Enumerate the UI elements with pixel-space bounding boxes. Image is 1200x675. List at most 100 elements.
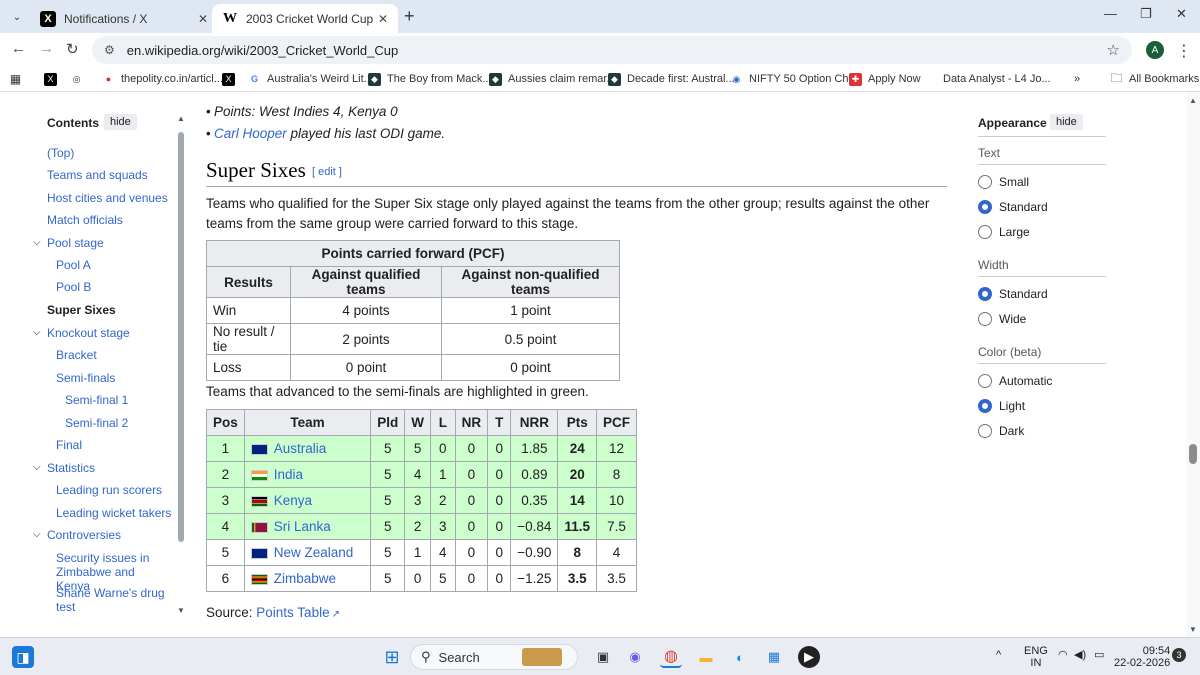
close-icon[interactable]: ✕ (378, 12, 388, 26)
tab-search-chevron-icon[interactable]: ⌄ (6, 6, 28, 28)
toc-item-semi-finals[interactable]: Semi-finals (56, 371, 115, 385)
profile-avatar[interactable]: A (1146, 41, 1164, 59)
chevron-down-icon[interactable]: ⌵ (33, 529, 41, 540)
tray-chevron-up-icon[interactable]: ^ (996, 649, 1001, 661)
color-dark-radio[interactable]: Dark (978, 423, 1024, 439)
bookmark-chatgpt[interactable]: ◎ (70, 70, 89, 88)
close-window-icon[interactable]: ✕ (1176, 6, 1187, 22)
text-standard-radio[interactable]: Standard (978, 199, 1048, 215)
chevron-down-icon[interactable]: ⌵ (33, 327, 41, 338)
minimize-icon[interactable]: — (1104, 6, 1117, 21)
forward-arrow-icon[interactable]: → (39, 40, 54, 57)
battery-icon[interactable]: ▭ (1094, 649, 1104, 661)
chevron-down-icon[interactable]: ⌵ (33, 237, 41, 248)
bookmark-star-icon[interactable]: ☆ (1107, 41, 1120, 59)
more-menu-icon[interactable]: ⋮ (1176, 41, 1192, 61)
new-tab-plus-icon[interactable]: + (404, 6, 415, 27)
text-large-radio[interactable]: Large (978, 224, 1030, 240)
team-link-sri-lanka[interactable]: Sri Lanka (274, 519, 331, 534)
file-explorer-icon[interactable]: ▬ (695, 646, 717, 668)
address-bar[interactable]: ⚙ en.wikipedia.org/wiki/2003_Cricket_Wor… (92, 36, 1132, 64)
toc-item-host-cities[interactable]: Host cities and venues (47, 191, 168, 205)
bookmark-x[interactable]: X (44, 70, 63, 88)
toc-item-semi-final-1[interactable]: Semi-final 1 (65, 393, 128, 407)
team-link-kenya[interactable]: Kenya (274, 493, 312, 508)
toc-item-pool-b[interactable]: Pool B (56, 280, 91, 294)
clock[interactable]: 09:54 22-02-2026 (1114, 645, 1170, 669)
toc-item-controversies[interactable]: Controversies (47, 528, 121, 542)
bookmark-thepolity[interactable]: ● thepolity.co.in/articl... (102, 70, 223, 88)
team-link-australia[interactable]: Australia (274, 441, 327, 456)
page-scroll-thumb[interactable] (1189, 444, 1197, 464)
tab-wikipedia[interactable]: W 2003 Cricket World Cup - Wikip ✕ (212, 4, 398, 33)
toc-item-semi-final-2[interactable]: Semi-final 2 (65, 416, 128, 430)
wifi-icon[interactable]: ◠ (1058, 649, 1068, 661)
reload-icon[interactable]: ↻ (66, 40, 79, 58)
taskbar-search[interactable]: ⚲ Search (410, 644, 578, 670)
bookmark-australias-weird[interactable]: G Australia's Weird Lit... (248, 70, 373, 88)
windows-start-icon[interactable]: ⊞ (381, 646, 403, 668)
bookmark-data-analyst[interactable]: Data Analyst - L4 Jo... (943, 70, 1051, 88)
scroll-down-arrow-icon[interactable]: ▼ (177, 606, 185, 615)
toc-item-top[interactable]: (Top) (47, 146, 74, 160)
site-info-icon[interactable]: ⚙ (104, 43, 115, 57)
bookmark-apply-now[interactable]: ✚ Apply Now (849, 70, 921, 88)
width-wide-radio[interactable]: Wide (978, 311, 1026, 327)
toc-item-pool-a[interactable]: Pool A (56, 258, 91, 272)
carl-hooper-link[interactable]: Carl Hooper (214, 126, 287, 141)
text-small-radio[interactable]: Small (978, 174, 1029, 190)
more-bookmarks-chevron-icon[interactable]: » (1074, 70, 1080, 88)
toc-hide-button[interactable]: hide (104, 114, 137, 130)
width-standard-radio[interactable]: Standard (978, 286, 1048, 302)
chrome-icon[interactable]: ◍ (660, 646, 682, 668)
radio-icon (978, 312, 992, 326)
toc-item-statistics[interactable]: Statistics (47, 461, 95, 475)
task-view-icon[interactable]: ▣ (592, 646, 614, 668)
toc-scroll-thumb[interactable] (178, 132, 184, 542)
apps-grid-icon[interactable]: ▦ (9, 70, 28, 88)
toc-item-run-scorers[interactable]: Leading run scorers (56, 483, 162, 497)
team-link-zimbabwe[interactable]: Zimbabwe (274, 571, 336, 586)
bookmark-aussies-claim[interactable]: ◆ Aussies claim remar... (489, 70, 616, 88)
language-indicator[interactable]: ENG IN (1024, 645, 1048, 669)
toc-item-teams[interactable]: Teams and squads (47, 168, 148, 182)
toc-item-knockout[interactable]: Knockout stage (47, 326, 130, 340)
bookmark-decade-first[interactable]: ◆ Decade first: Austral... (608, 70, 735, 88)
bookmark-nifty[interactable]: ◉ NIFTY 50 Option Ch... (730, 70, 858, 88)
tab-notifications[interactable]: X Notifications / X ✕ (30, 4, 218, 33)
notification-badge[interactable]: 3 (1172, 648, 1186, 662)
volume-icon[interactable]: ◀) (1074, 649, 1086, 661)
restore-icon[interactable]: ❐ (1140, 6, 1152, 22)
all-bookmarks[interactable]: 🗀 All Bookmarks (1110, 70, 1199, 88)
color-light-radio[interactable]: Light (978, 398, 1025, 414)
appearance-hide-button[interactable]: hide (1050, 114, 1083, 130)
chat-icon[interactable]: ◉ (624, 646, 646, 668)
back-arrow-icon[interactable]: ← (11, 40, 26, 57)
edge-icon[interactable]: ◐ (729, 646, 751, 668)
toc-item-pool-stage[interactable]: Pool stage (47, 236, 104, 250)
scroll-down-arrow-icon[interactable]: ▼ (1189, 625, 1197, 634)
toc-item-bracket[interactable]: Bracket (56, 348, 97, 362)
scroll-up-arrow-icon[interactable]: ▲ (1189, 96, 1197, 105)
toc-item-final[interactable]: Final (56, 438, 82, 452)
toc-item-wicket-takers[interactable]: Leading wicket takers (56, 506, 171, 520)
color-automatic-radio[interactable]: Automatic (978, 373, 1052, 389)
bookmark-x-2[interactable]: X (222, 70, 241, 88)
close-icon[interactable]: ✕ (198, 12, 208, 26)
team-link-new-zealand[interactable]: New Zealand (274, 545, 354, 560)
section-divider (978, 276, 1106, 277)
widgets-icon[interactable]: ◨ (12, 646, 34, 668)
chevron-down-icon[interactable]: ⌵ (33, 462, 41, 473)
scroll-up-arrow-icon[interactable]: ▲ (177, 114, 185, 123)
bookmark-boy-from-mack[interactable]: ◆ The Boy from Mack... (368, 70, 492, 88)
toc-scrollbar[interactable]: ▲ ▼ (177, 114, 185, 615)
edit-section-link[interactable]: [ edit ] (312, 166, 342, 178)
team-link-india[interactable]: India (274, 467, 303, 482)
toc-item-super-sixes[interactable]: Super Sixes (47, 303, 116, 317)
page-scrollbar[interactable]: ▲ ▼ (1186, 92, 1200, 637)
store-icon[interactable]: ▦ (763, 646, 785, 668)
points-table-link[interactable]: Points Table (256, 605, 329, 620)
toc-item-match-officials[interactable]: Match officials (47, 213, 123, 227)
media-player-icon[interactable]: ▶ (798, 646, 820, 668)
toc-item-warne-drug-test[interactable]: Shane Warne's drug test (56, 586, 171, 614)
